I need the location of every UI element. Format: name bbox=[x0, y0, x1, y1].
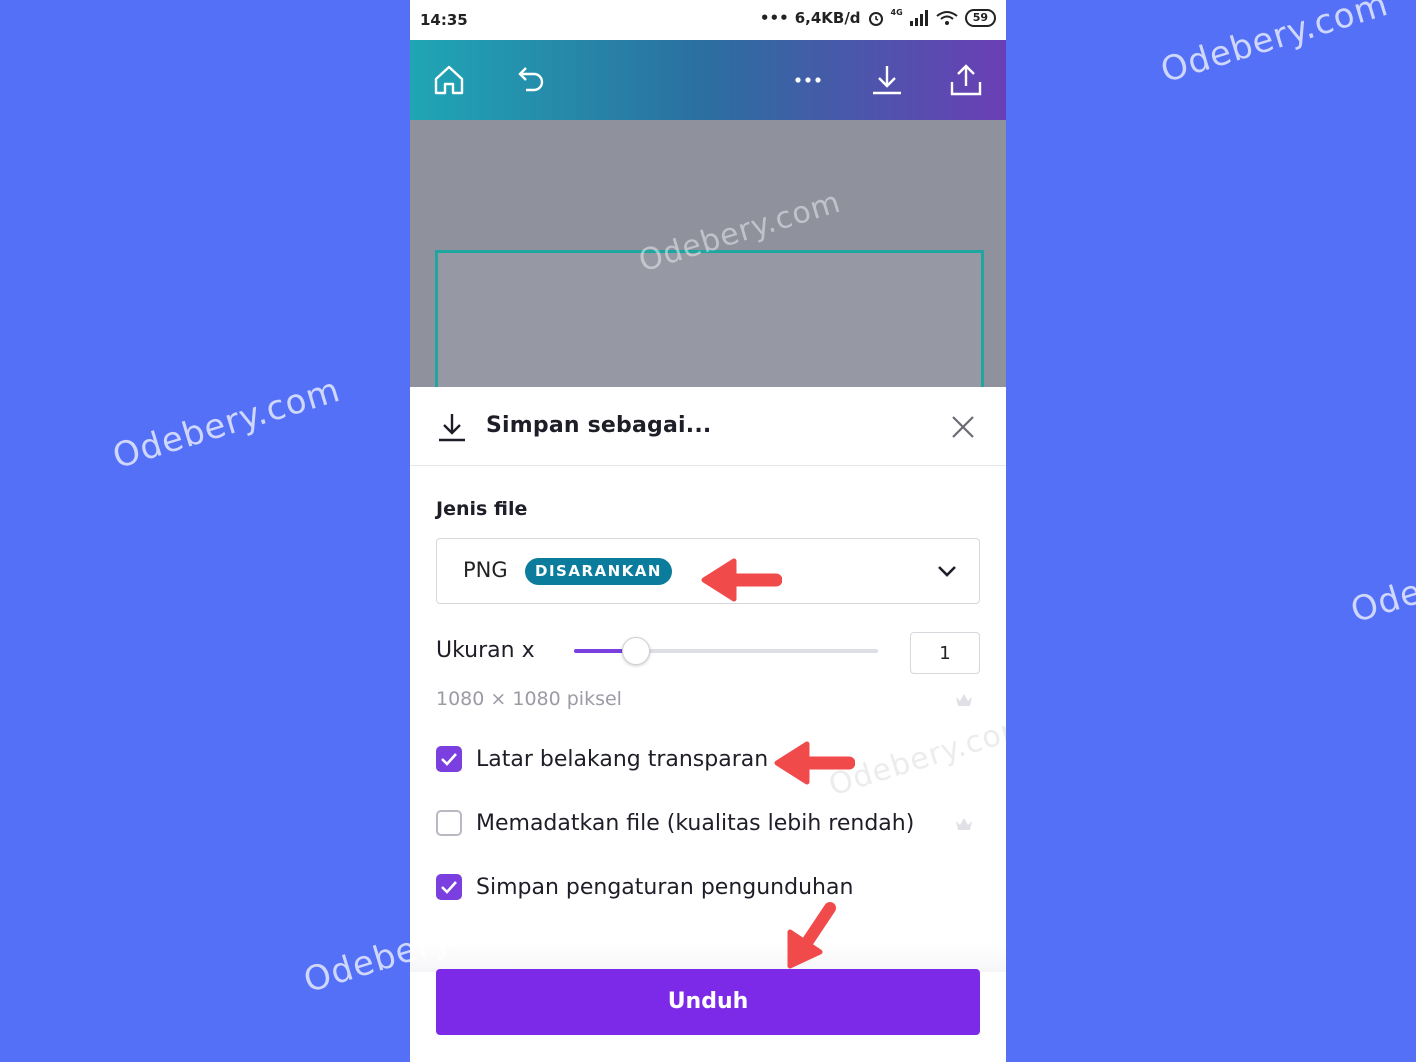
network-speed: 6,4KB/d bbox=[794, 9, 861, 27]
file-type-value: PNG bbox=[463, 558, 508, 582]
transparent-background-label: Latar belakang transparan bbox=[476, 747, 769, 772]
close-icon[interactable] bbox=[950, 414, 976, 440]
network-dots-icon: ••• bbox=[759, 9, 789, 27]
design-canvas-area: Odebery.com bbox=[410, 120, 1006, 401]
download-sheet: Simpan sebagai... Jenis file PNG DISARAN… bbox=[410, 387, 1006, 1062]
watermark-text: Odebery.com bbox=[1156, 0, 1393, 92]
checkmark-icon bbox=[441, 753, 457, 766]
transparent-background-checkbox[interactable] bbox=[436, 746, 462, 772]
crown-icon bbox=[956, 694, 972, 706]
save-settings-checkbox[interactable] bbox=[436, 874, 462, 900]
size-slider[interactable] bbox=[574, 637, 878, 665]
compress-file-label: Memadatkan file (kualitas lebih rendah) bbox=[476, 811, 915, 836]
editor-toolbar bbox=[410, 40, 1006, 120]
design-page bbox=[435, 250, 984, 401]
battery-indicator: 59 bbox=[964, 9, 996, 27]
annotation-arrow-icon bbox=[787, 902, 836, 969]
crown-icon bbox=[956, 818, 972, 830]
home-icon[interactable] bbox=[431, 62, 467, 98]
slider-thumb[interactable] bbox=[621, 637, 650, 665]
checkmark-icon bbox=[441, 881, 457, 894]
recommended-badge: DISARANKAN bbox=[525, 558, 672, 585]
download-icon[interactable] bbox=[869, 62, 905, 98]
dimensions-text: 1080 × 1080 piksel bbox=[436, 688, 622, 710]
annotation-arrow-icon bbox=[774, 741, 855, 785]
sheet-header: Simpan sebagai... bbox=[410, 387, 1006, 466]
more-icon[interactable] bbox=[790, 62, 826, 98]
download-button[interactable]: Unduh bbox=[436, 969, 980, 1035]
annotation-arrow-icon bbox=[701, 558, 782, 602]
status-bar: 14:35 ••• 6,4KB/d 4G 59 bbox=[410, 0, 1006, 40]
status-time: 14:35 bbox=[420, 11, 468, 29]
watermark-text: Odebery.com bbox=[108, 370, 345, 478]
alarm-icon bbox=[868, 12, 883, 26]
compress-file-checkbox[interactable] bbox=[436, 810, 462, 836]
size-multiplier-input[interactable] bbox=[910, 632, 980, 674]
save-settings-label: Simpan pengaturan pengunduhan bbox=[476, 875, 854, 900]
file-type-label: Jenis file bbox=[436, 498, 528, 520]
signal-bars-icon bbox=[909, 10, 928, 26]
watermark-text: Odebery.com bbox=[1346, 524, 1416, 632]
share-icon[interactable] bbox=[948, 62, 984, 98]
sheet-fade bbox=[410, 942, 1006, 972]
sheet-title: Simpan sebagai... bbox=[486, 413, 712, 438]
wifi-icon bbox=[936, 11, 958, 25]
chevron-down-icon bbox=[938, 566, 956, 577]
signal-label: 4G bbox=[890, 7, 903, 17]
undo-icon[interactable] bbox=[512, 62, 548, 98]
size-label: Ukuran x bbox=[436, 638, 535, 663]
download-icon bbox=[439, 414, 465, 442]
